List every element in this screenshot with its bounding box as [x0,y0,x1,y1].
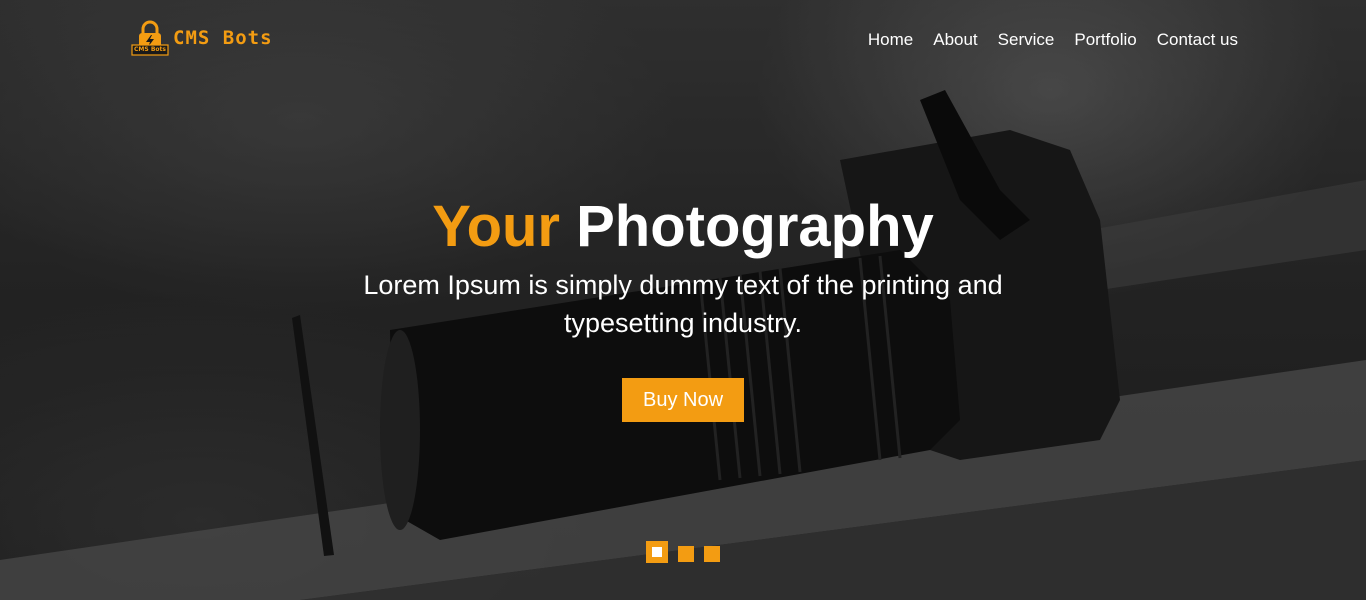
slider-dot-1[interactable] [646,541,668,563]
hero-subtitle: Lorem Ipsum is simply dummy text of the … [363,270,1003,338]
hero-slider: CMS Bots CMS Bots Home About Service Por… [0,0,1366,600]
lock-logo-icon: CMS Bots [131,20,169,56]
slider-pagination [646,541,730,563]
nav-contact-us[interactable]: Contact us [1157,30,1238,50]
hero-caption: Your Photography Lorem Ipsum is simply d… [0,192,1366,422]
hero-title: Your Photography [0,192,1366,262]
brand-logo[interactable]: CMS Bots CMS Bots [131,20,273,56]
nav-service[interactable]: Service [998,30,1055,50]
nav-about[interactable]: About [933,30,977,50]
hero-title-accent: Your [432,194,560,259]
hero-title-rest: Photography [576,194,934,259]
main-navigation: Home About Service Portfolio Contact us [848,30,1238,50]
logo-badge-text: CMS Bots [134,46,166,53]
slider-dot-2[interactable] [678,545,694,562]
slider-dot-3[interactable] [704,545,720,562]
brand-name: CMS Bots [173,27,273,49]
buy-now-button[interactable]: Buy Now [621,378,745,422]
nav-home[interactable]: Home [868,30,913,50]
nav-portfolio[interactable]: Portfolio [1074,30,1136,50]
